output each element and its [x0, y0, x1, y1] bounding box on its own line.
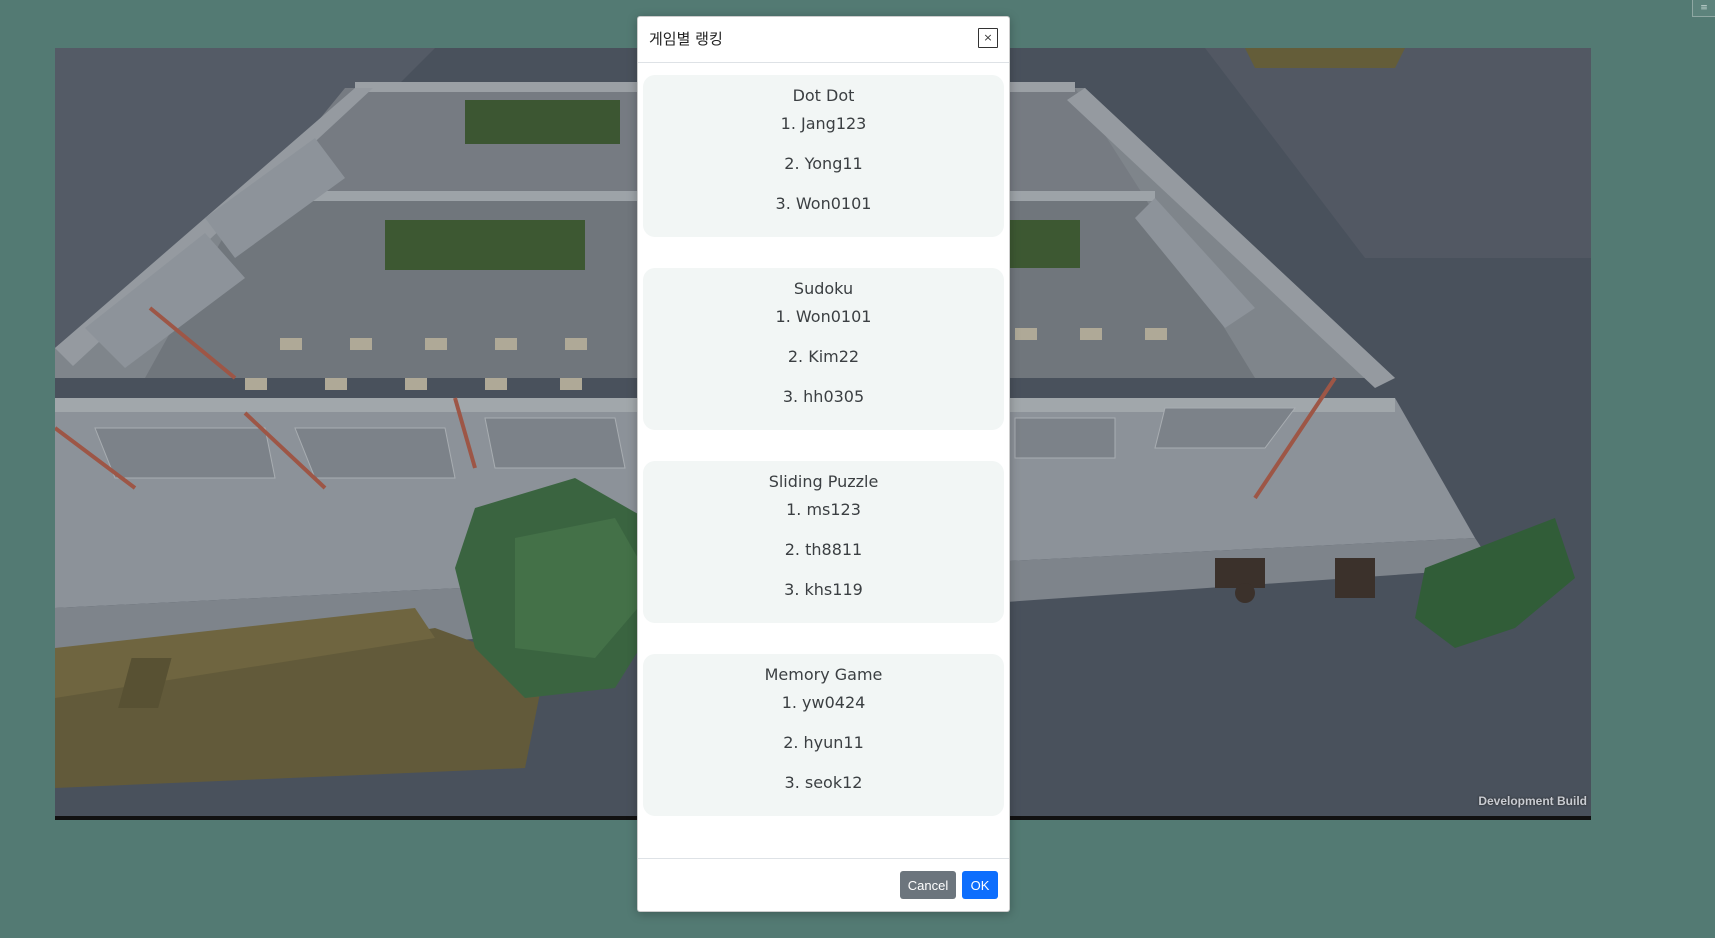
rank-entry: 1. Won0101	[775, 307, 872, 326]
modal-footer: Cancel OK	[638, 858, 1009, 911]
rank-entry: 2. th8811	[784, 540, 863, 559]
page: ≡ Development Build 게임별 랭킹 × Dot Dot 1. …	[0, 0, 1715, 938]
ranking-modal: 게임별 랭킹 × Dot Dot 1. Jang123 2. Yong11 3.…	[637, 16, 1010, 912]
ranking-card-dot-dot: Dot Dot 1. Jang123 2. Yong11 3. Won0101	[643, 75, 1004, 237]
rank-entry: 3. seok12	[784, 773, 863, 792]
modal-body[interactable]: Dot Dot 1. Jang123 2. Yong11 3. Won0101 …	[638, 63, 1009, 876]
ranking-card-sliding-puzzle: Sliding Puzzle 1. ms123 2. th8811 3. khs…	[643, 461, 1004, 623]
modal-header: 게임별 랭킹 ×	[638, 17, 1009, 63]
rank-entry: 3. Won0101	[775, 194, 872, 213]
modal-title: 게임별 랭킹	[649, 30, 723, 48]
rank-entry: 1. yw0424	[781, 693, 866, 712]
game-name: Dot Dot	[792, 86, 855, 105]
rank-entry: 3. hh0305	[782, 387, 865, 406]
close-button[interactable]: ×	[978, 28, 998, 48]
ranking-card-memory-game: Memory Game 1. yw0424 2. hyun11 3. seok1…	[643, 654, 1004, 816]
rank-entry: 1. Jang123	[780, 114, 867, 133]
rank-entry: 2. Kim22	[787, 347, 860, 366]
ranking-card-sudoku: Sudoku 1. Won0101 2. Kim22 3. hh0305	[643, 268, 1004, 430]
game-name: Sudoku	[793, 279, 854, 298]
rank-entry: 2. Yong11	[784, 154, 863, 173]
development-build-watermark: Development Build	[1478, 794, 1587, 808]
corner-menu-icon[interactable]: ≡	[1692, 0, 1715, 17]
rank-entry: 1. ms123	[786, 500, 861, 519]
rank-entry: 3. khs119	[784, 580, 863, 599]
game-name: Memory Game	[764, 665, 883, 684]
game-name: Sliding Puzzle	[768, 472, 879, 491]
ok-button[interactable]: OK	[962, 871, 998, 899]
cancel-button[interactable]: Cancel	[900, 871, 956, 899]
rank-entry: 2. hyun11	[783, 733, 864, 752]
